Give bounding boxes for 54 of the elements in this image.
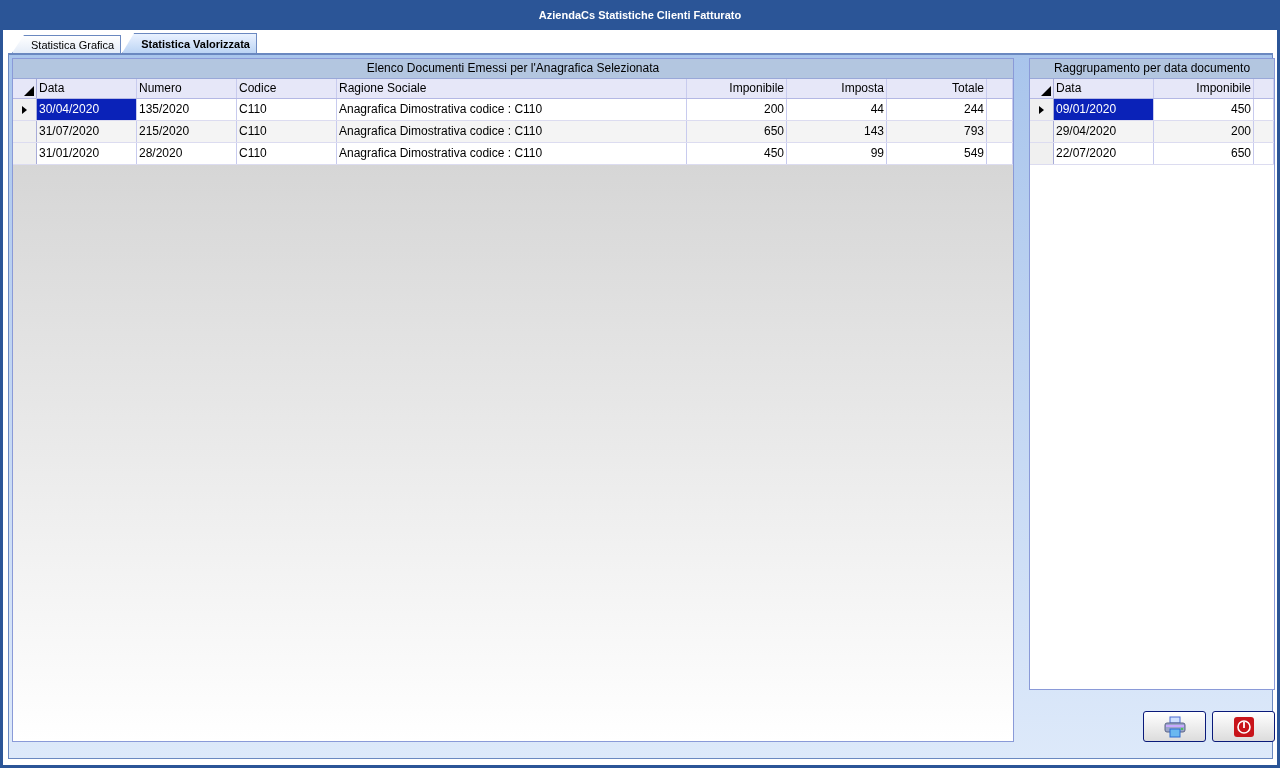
table-cell: 31/07/2020 — [37, 121, 137, 142]
table-cell: 200 — [687, 99, 787, 120]
row-header[interactable] — [13, 99, 37, 120]
table-cell: 650 — [687, 121, 787, 142]
table-cell: 99 — [787, 143, 887, 164]
table-cell: C110 — [237, 99, 337, 120]
table-cell: 200 — [1154, 121, 1254, 142]
table-cell: Anagrafica Dimostrativa codice : C110 — [337, 143, 687, 164]
column-header[interactable]: Data — [37, 79, 137, 98]
table-cell: 31/01/2020 — [37, 143, 137, 164]
column-header[interactable]: Data — [1054, 79, 1154, 98]
table-cell: 44 — [787, 99, 887, 120]
tab[interactable]: Statistica Valorizzata — [122, 33, 257, 53]
row-pointer-icon — [1039, 105, 1044, 114]
row-header[interactable] — [1030, 99, 1054, 120]
select-all-icon[interactable] — [1041, 86, 1051, 96]
column-header[interactable]: Ragione Sociale — [337, 79, 687, 98]
column-header[interactable]: Imponibile — [1154, 79, 1254, 98]
table-cell: 09/01/2020 — [1054, 99, 1154, 120]
table-cell: 549 — [887, 143, 987, 164]
tab[interactable]: Statistica Grafica — [12, 35, 122, 53]
print-button[interactable] — [1143, 711, 1206, 742]
table-cell: 650 — [1154, 143, 1254, 164]
table-row[interactable]: 31/07/2020 215/2020 C110 Anagrafica Dimostrativa codice : C110 650 143 793 — [13, 121, 1013, 143]
grid-caption: Raggrupamento per data documento — [1030, 59, 1274, 79]
table-cell: 29/04/2020 — [1054, 121, 1154, 142]
column-header[interactable]: Imponibile — [687, 79, 787, 98]
table-cell: Anagrafica Dimostrativa codice : C110 — [337, 121, 687, 142]
grid-caption: Elenco Documenti Emessi per l'Anagrafica Selezionata — [13, 59, 1013, 79]
table-cell: C110 — [237, 143, 337, 164]
table-cell: 28/2020 — [137, 143, 237, 164]
table-cell: 450 — [687, 143, 787, 164]
column-header[interactable]: Codice — [237, 79, 337, 98]
table-row[interactable]: 29/04/2020 200 — [1030, 121, 1274, 143]
row-pointer-icon — [22, 105, 27, 114]
table-row[interactable]: 09/01/2020 450 — [1030, 99, 1274, 121]
window-title: AziendaCs Statistiche Clienti Fatturato — [537, 8, 743, 23]
table-cell: 244 — [887, 99, 987, 120]
table-cell: 793 — [887, 121, 987, 142]
table-cell: 135/2020 — [137, 99, 237, 120]
table-cell: Anagrafica Dimostrativa codice : C110 — [337, 99, 687, 120]
table-cell: C110 — [237, 121, 337, 142]
table-cell: 30/04/2020 — [37, 99, 137, 120]
table-cell: 215/2020 — [137, 121, 237, 142]
select-all-icon[interactable] — [24, 86, 34, 96]
power-icon — [1233, 716, 1254, 737]
table-cell: 450 — [1154, 99, 1254, 120]
table-cell: 143 — [787, 121, 887, 142]
column-header[interactable]: Imposta — [787, 79, 887, 98]
printer-icon — [1163, 715, 1186, 738]
exit-button[interactable] — [1212, 711, 1275, 742]
column-header[interactable]: Totale — [887, 79, 987, 98]
column-header[interactable]: Numero — [137, 79, 237, 98]
table-cell: 22/07/2020 — [1054, 143, 1154, 164]
